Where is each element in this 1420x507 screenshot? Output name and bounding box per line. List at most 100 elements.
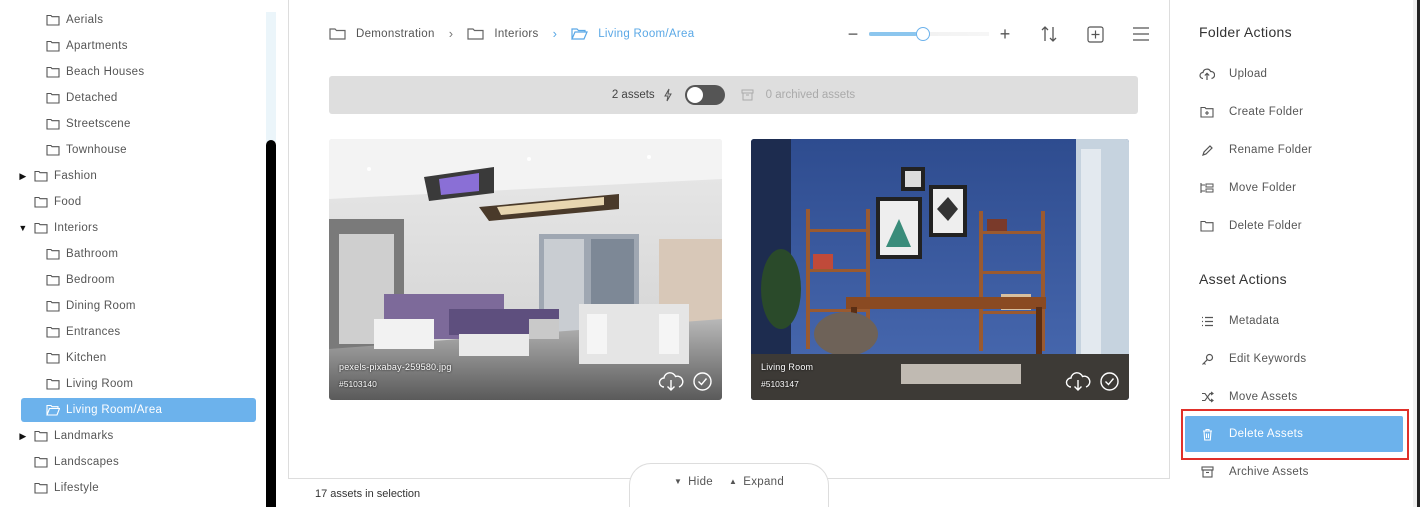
tree-item-label: Detached: [66, 92, 118, 104]
tree-item-bathroom[interactable]: Bathroom: [0, 242, 266, 266]
delete-folder-button[interactable]: Delete Folder: [1185, 208, 1403, 244]
tree-item-living-room[interactable]: Living Room: [0, 372, 266, 396]
rename-folder-button[interactable]: Rename Folder: [1185, 132, 1403, 168]
folder-icon: [46, 352, 60, 364]
hide-label: Hide: [688, 475, 714, 488]
upload-button[interactable]: Upload: [1185, 56, 1403, 92]
folder-open-icon: [46, 404, 60, 416]
archive-icon: [1199, 464, 1215, 480]
tree-item-label: Interiors: [54, 222, 99, 234]
move-folder-icon: [1199, 180, 1215, 196]
caret-right-icon[interactable]: ▶: [18, 171, 28, 182]
tree-item-label: Bedroom: [66, 274, 115, 286]
folder-icon: [46, 118, 60, 130]
toggle-knob: [686, 87, 703, 103]
tree-scrollbar-track[interactable]: [266, 12, 276, 142]
tree-item-label: Food: [54, 196, 82, 208]
tree-item-detached[interactable]: Detached: [0, 86, 266, 110]
expand-button[interactable]: ▲ Expand: [729, 476, 784, 488]
tree-item-living-room-area[interactable]: Living Room/Area: [21, 398, 256, 422]
menu-icon[interactable]: [1131, 24, 1151, 44]
folder-icon: [34, 430, 48, 442]
tree-item-streetscene[interactable]: Streetscene: [0, 112, 266, 136]
asset-actions-title: Asset Actions: [1199, 271, 1287, 287]
tree-item-label: Landscapes: [54, 456, 120, 468]
tree-item-apartments[interactable]: Apartments: [0, 34, 266, 58]
cloud-upload-icon: [1199, 66, 1215, 82]
tree-item-label: Streetscene: [66, 118, 131, 130]
edit-keywords-button[interactable]: Edit Keywords: [1185, 341, 1403, 377]
tree-item-food[interactable]: Food: [0, 190, 266, 214]
add-box-icon[interactable]: [1085, 24, 1105, 44]
archived-count: 0 archived assets: [765, 89, 856, 101]
zoom-out-button[interactable]: −: [845, 24, 861, 45]
folder-icon: [46, 144, 60, 156]
asset-card[interactable]: pexels-pixabay-259580.jpg #5103140: [329, 139, 722, 400]
shuffle-icon: [1199, 389, 1215, 405]
zoom-slider-thumb[interactable]: [916, 27, 930, 41]
folder-icon: [34, 196, 48, 208]
tree-item-townhouse[interactable]: Townhouse: [0, 138, 266, 162]
select-checkbox-icon[interactable]: [1100, 372, 1119, 391]
tree-item-bedroom[interactable]: Bedroom: [0, 268, 266, 292]
tree-item-label: Dining Room: [66, 300, 136, 312]
tree-item-label: Apartments: [66, 40, 128, 52]
folder-icon: [329, 28, 346, 40]
caret-right-icon[interactable]: ▶: [18, 431, 28, 442]
asset-card[interactable]: Living Room #5103147: [751, 139, 1129, 400]
action-label: Archive Assets: [1229, 466, 1309, 478]
view-toolbar: − +: [845, 22, 1151, 46]
asset-id: #5103140: [339, 379, 377, 389]
tree-item-fashion[interactable]: ▶ Fashion: [0, 164, 266, 188]
cloud-download-icon[interactable]: [658, 372, 684, 392]
folder-tree: Aerials Apartments Beach Houses Detached Str…: [0, 0, 266, 507]
tree-item-dining-room[interactable]: Dining Room: [0, 294, 266, 318]
select-checkbox-icon[interactable]: [693, 372, 712, 391]
folder-icon: [46, 40, 60, 52]
tree-item-beach-houses[interactable]: Beach Houses: [0, 60, 266, 84]
folder-icon: [46, 14, 60, 26]
action-label: Create Folder: [1229, 106, 1304, 118]
archived-toggle[interactable]: [684, 85, 725, 105]
breadcrumb-item-current: Living Room/Area: [571, 27, 694, 40]
tree-item-kitchen[interactable]: Kitchen: [0, 346, 266, 370]
folder-icon: [46, 326, 60, 338]
sort-icon[interactable]: [1039, 24, 1059, 44]
tree-item-aerials[interactable]: Aerials: [0, 8, 266, 32]
folder-icon: [46, 248, 60, 260]
asset-filename: pexels-pixabay-259580.jpg: [339, 362, 452, 372]
tree-item-lifestyle[interactable]: Lifestyle: [0, 476, 266, 500]
tree-item-landmarks[interactable]: ▶ Landmarks: [0, 424, 266, 448]
tree-item-landscapes[interactable]: Landscapes: [0, 450, 266, 474]
chevron-right-icon: ›: [448, 26, 454, 41]
cloud-download-icon[interactable]: [1065, 372, 1091, 392]
hide-button[interactable]: ▼ Hide: [674, 476, 713, 488]
chevron-right-icon: ›: [552, 26, 558, 41]
zoom-in-button[interactable]: +: [997, 24, 1013, 45]
breadcrumb-item-interiors[interactable]: Interiors: [467, 27, 538, 40]
tree-item-entrances[interactable]: Entrances: [0, 320, 266, 344]
folder-icon: [1199, 218, 1215, 234]
delete-assets-highlight-outline: [1181, 409, 1409, 460]
zoom-slider[interactable]: [869, 22, 989, 46]
move-folder-button[interactable]: Move Folder: [1185, 170, 1403, 206]
create-folder-button[interactable]: Create Folder: [1185, 94, 1403, 130]
folder-plus-icon: [1199, 104, 1215, 120]
tree-item-label: Entrances: [66, 326, 121, 338]
breadcrumb-label: Interiors: [494, 27, 539, 40]
action-label: Edit Keywords: [1229, 353, 1307, 365]
metadata-button[interactable]: Metadata: [1185, 303, 1403, 339]
tree-scrollbar-thumb[interactable]: [266, 140, 276, 507]
asset-count: 2 assets: [611, 89, 655, 101]
folder-icon: [46, 274, 60, 286]
folder-icon: [46, 92, 60, 104]
asset-filename: Living Room: [761, 362, 814, 372]
tree-item-interiors[interactable]: ▼ Interiors: [0, 216, 266, 240]
asset-summary-bar: 2 assets 0 archived assets: [329, 76, 1138, 114]
breadcrumb-item-demonstration[interactable]: Demonstration: [329, 27, 435, 40]
caret-down-icon[interactable]: ▼: [18, 223, 28, 233]
asset-thumbnail: [751, 139, 1129, 400]
grid-footer-tab: ▼ Hide ▲ Expand: [629, 463, 829, 507]
action-label: Metadata: [1229, 315, 1280, 327]
folder-icon: [46, 378, 60, 390]
